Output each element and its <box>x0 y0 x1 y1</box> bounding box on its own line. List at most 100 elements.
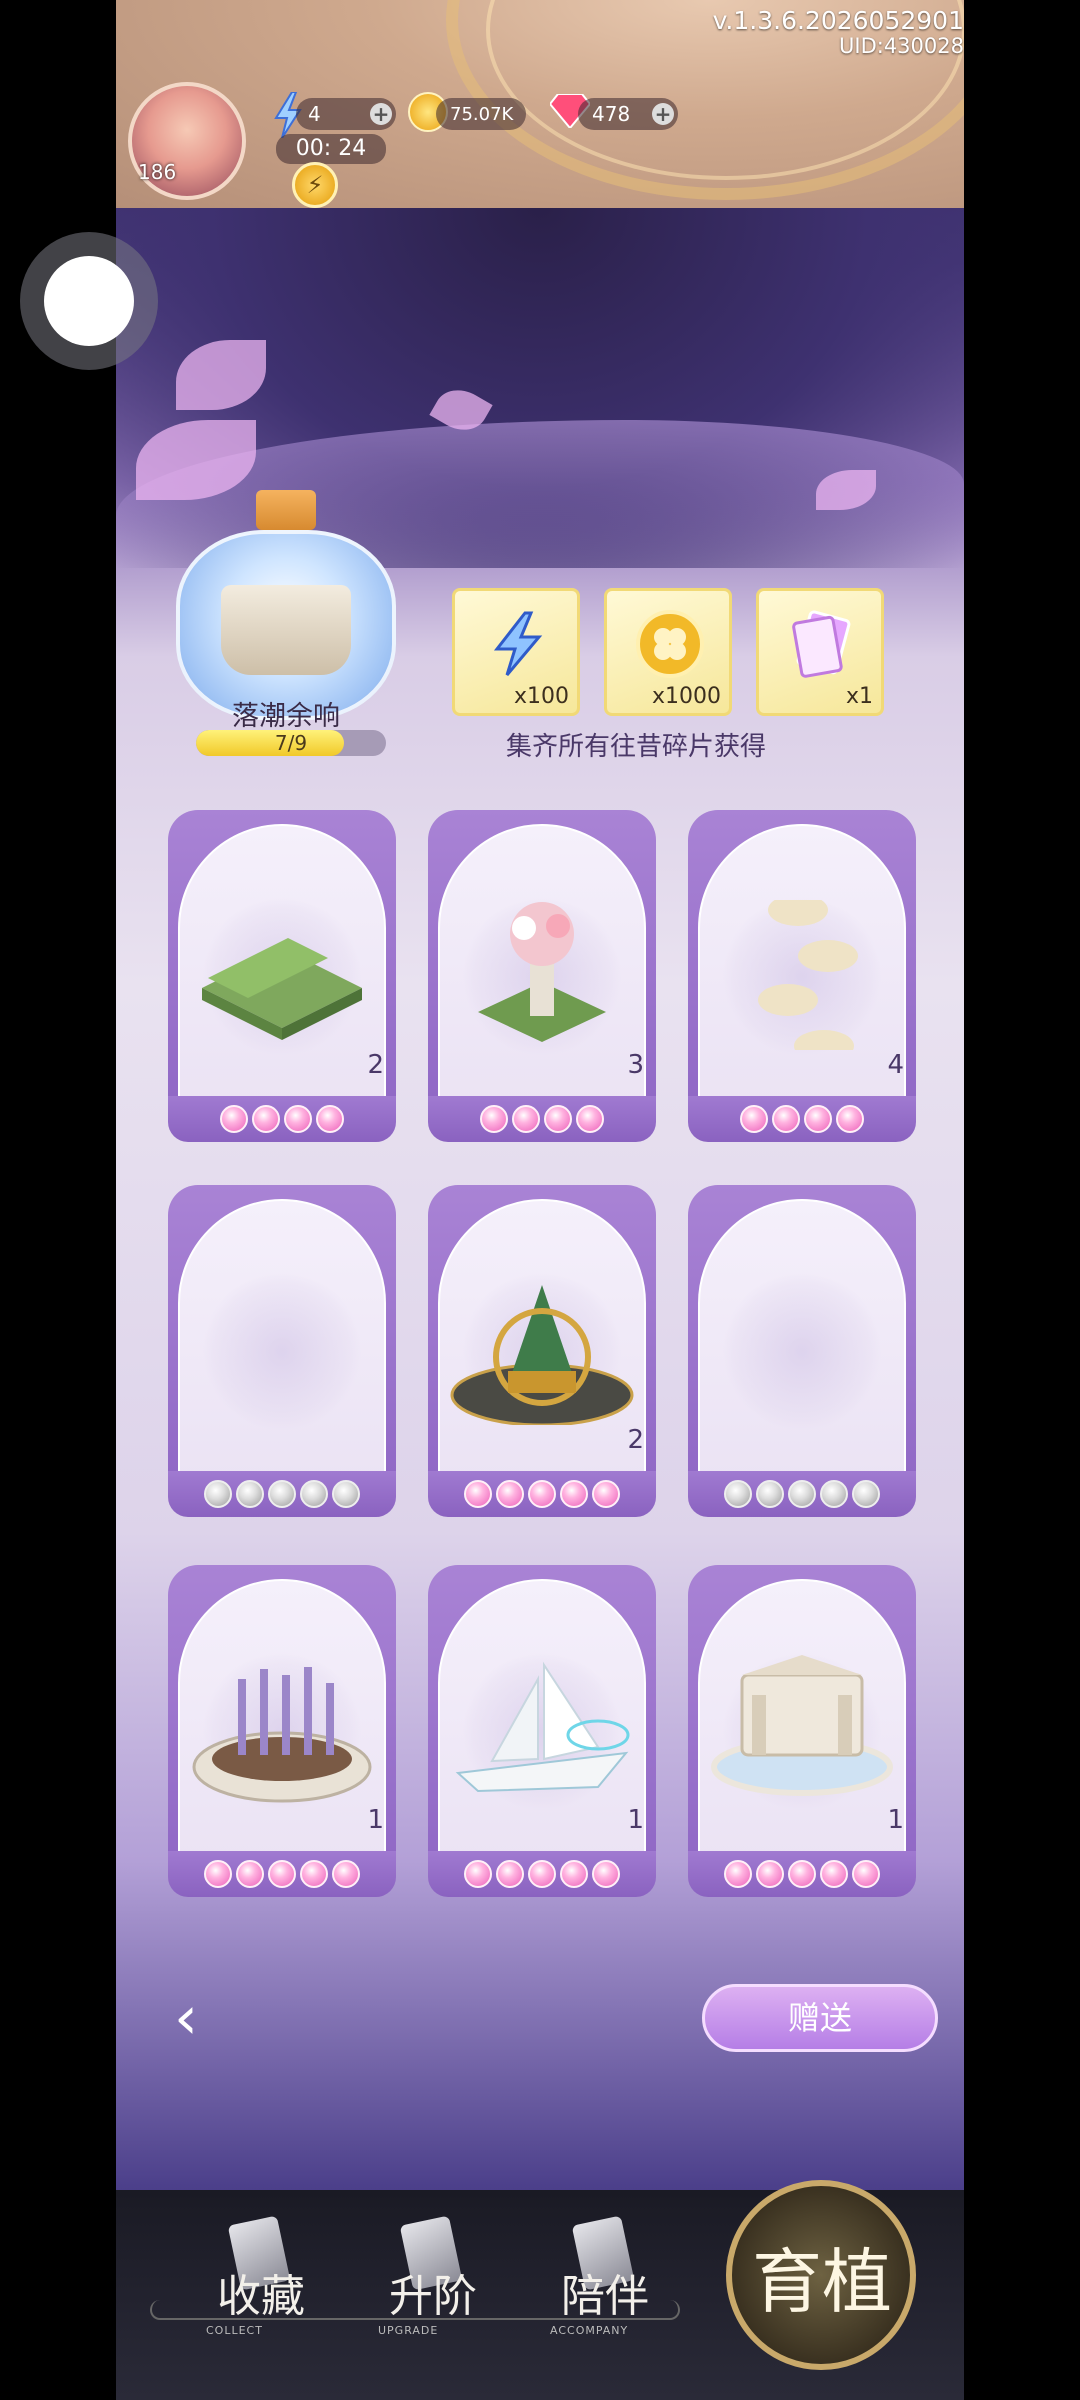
uid-label: UID:430028 <box>839 34 964 58</box>
flower-emblem-icon <box>202 1271 362 1431</box>
rarity-orb-icon <box>560 1860 588 1888</box>
tab-en-label: COLLECT <box>206 2324 263 2337</box>
rarity-orb-icon <box>236 1480 264 1508</box>
album-title: 落潮余响 <box>232 701 340 732</box>
energy-pill: 4 + <box>296 98 396 130</box>
rarity-stars <box>688 1096 916 1142</box>
tab-cultivate[interactable]: 育植 <box>726 2180 916 2370</box>
rarity-orb-icon <box>756 1480 784 1508</box>
floating-assistant-button[interactable] <box>20 232 158 370</box>
reward-energy[interactable]: x100 <box>452 588 580 716</box>
rarity-orb-icon <box>268 1860 296 1888</box>
album-progress-text: 7/9 <box>274 731 308 755</box>
add-gems-button[interactable]: + <box>652 103 674 125</box>
reward-qty: x1 <box>845 684 873 709</box>
tab-en-label: UPGRADE <box>378 2324 439 2337</box>
card-count: 1 <box>887 1805 904 1835</box>
card-count: 1 <box>627 1805 644 1835</box>
reward-qty: x100 <box>513 684 569 709</box>
collection-card[interactable]: 2 <box>428 1185 656 1535</box>
rarity-orb-icon <box>724 1860 752 1888</box>
rarity-stars <box>168 1471 396 1517</box>
gold-clover-coin-icon <box>636 610 704 678</box>
chevron-left-icon[interactable]: ‹ <box>156 1988 216 2050</box>
card-count: 2 <box>367 1050 384 1080</box>
rarity-orb-icon <box>788 1860 816 1888</box>
marble-fountain-illustration <box>708 1655 896 1805</box>
rarity-stars <box>428 1851 656 1897</box>
card-count: 1 <box>367 1805 384 1835</box>
rarity-stars <box>688 1851 916 1897</box>
rarity-orb-icon <box>804 1105 832 1133</box>
add-energy-button[interactable]: + <box>370 103 392 125</box>
tab-label: 育植 <box>752 2241 892 2323</box>
rarity-orb-icon <box>852 1860 880 1888</box>
tab-collect[interactable]: 收藏 COLLECT <box>176 2215 346 2350</box>
rarity-orb-icon <box>236 1860 264 1888</box>
rarity-stars <box>168 1851 396 1897</box>
reward-coins[interactable]: x1000 <box>604 588 732 716</box>
collection-card[interactable]: 3 <box>428 810 656 1160</box>
pinwheel-icon <box>44 256 134 346</box>
rarity-orb-icon <box>204 1480 232 1508</box>
rarity-orb-icon <box>300 1480 328 1508</box>
flower-urn-planter-illustration <box>448 900 636 1050</box>
tab-en-label: ACCOMPANY <box>550 2324 629 2337</box>
rarity-stars <box>428 1096 656 1142</box>
coins-value: 75.07K <box>450 103 514 125</box>
collection-card[interactable]: 1 <box>688 1565 916 1915</box>
tab-label: 陪伴 <box>561 2271 649 2322</box>
flower-emblem-icon <box>722 1271 882 1431</box>
tab-label: 收藏 <box>217 2271 305 2322</box>
rarity-orb-icon <box>740 1105 768 1133</box>
rarity-orb-icon <box>464 1480 492 1508</box>
rarity-orb-icon <box>820 1480 848 1508</box>
tab-accompany[interactable]: 陪伴 ACCOMPANY <box>520 2215 690 2350</box>
top-status-bar: v.1.3.6.2026052901 UID:430028 186 4 + 00… <box>116 0 964 208</box>
rarity-orb-icon <box>332 1480 360 1508</box>
collection-card[interactable] <box>168 1185 396 1535</box>
rarity-orb-icon <box>496 1860 524 1888</box>
gift-button[interactable]: 赠送 <box>702 1984 938 2052</box>
rarity-orb-icon <box>560 1480 588 1508</box>
bottom-nav: 收藏 COLLECT 升阶 UPGRADE 陪伴 ACCOMPANY 育植 <box>116 2180 964 2400</box>
reward-card-pack[interactable]: x1 <box>756 588 884 716</box>
version-label: v.1.3.6.2026052901 <box>712 6 964 35</box>
collect-caption: 集齐所有往昔碎片获得 <box>505 732 766 762</box>
rarity-orb-icon <box>576 1105 604 1133</box>
rarity-orb-icon <box>332 1860 360 1888</box>
rarity-orb-icon <box>724 1480 752 1508</box>
rarity-orb-icon <box>300 1860 328 1888</box>
rarity-orb-icon <box>528 1860 556 1888</box>
rarity-orb-icon <box>836 1105 864 1133</box>
collection-card[interactable]: 2 <box>168 810 396 1160</box>
tab-upgrade[interactable]: 升阶 UPGRADE <box>348 2215 518 2350</box>
reward-qty: x1000 <box>651 684 721 709</box>
rarity-orb-icon <box>512 1105 540 1133</box>
rarity-stars <box>168 1096 396 1142</box>
player-level: 186 <box>138 160 177 184</box>
rarity-orb-icon <box>852 1480 880 1508</box>
energy-value: 4 <box>308 102 321 126</box>
gems-pill: 478 + <box>578 98 678 130</box>
card-count: 3 <box>627 1050 644 1080</box>
coins-pill: 75.07K <box>436 98 526 130</box>
collection-card[interactable] <box>688 1185 916 1535</box>
rarity-orb-icon <box>268 1480 296 1508</box>
rarity-orb-icon <box>284 1105 312 1133</box>
rarity-orb-icon <box>220 1105 248 1133</box>
collection-card[interactable]: 1 <box>428 1565 656 1915</box>
rarity-orb-icon <box>544 1105 572 1133</box>
rarity-orb-icon <box>496 1480 524 1508</box>
lightning-bolt-icon <box>493 611 543 676</box>
game-screen: v.1.3.6.2026052901 UID:430028 186 4 + 00… <box>116 0 964 2190</box>
rarity-orb-icon <box>592 1860 620 1888</box>
collection-card[interactable]: 1 <box>168 1565 396 1915</box>
collection-card[interactable]: 4 <box>688 810 916 1160</box>
rarity-orb-icon <box>464 1860 492 1888</box>
card-count: 2 <box>627 1425 644 1455</box>
rarity-orb-icon <box>788 1480 816 1508</box>
energy-boost-icon[interactable]: ⚡ <box>292 162 338 208</box>
rarity-orb-icon <box>204 1860 232 1888</box>
rarity-orb-icon <box>820 1860 848 1888</box>
